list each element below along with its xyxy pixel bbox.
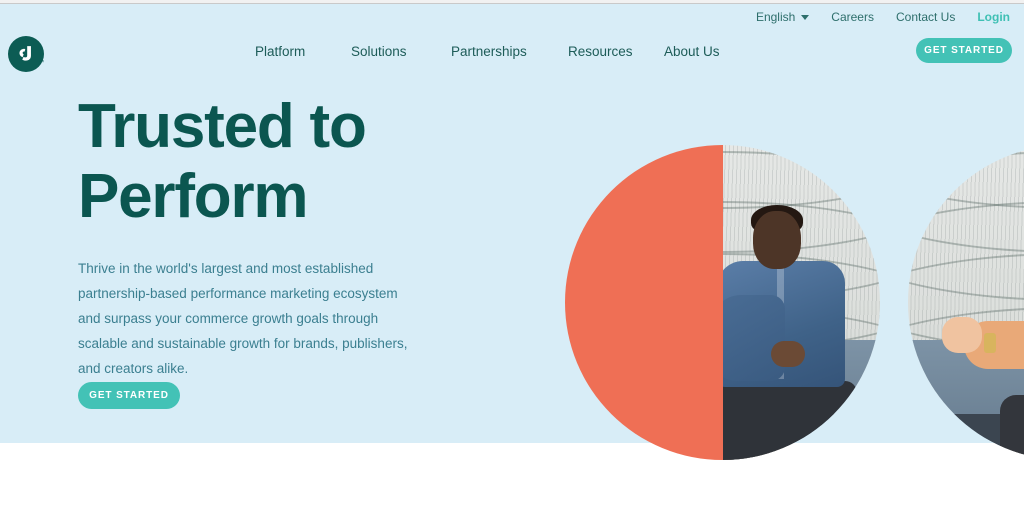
nav-item-resources[interactable]: Resources: [568, 42, 664, 61]
chevron-down-icon: [801, 14, 810, 20]
page-root: English Careers Contact Us Login ™ Platf…: [0, 0, 1024, 530]
hero-subtitle: Thrive in the world's largest and most e…: [78, 261, 408, 376]
login-link[interactable]: Login: [977, 10, 1010, 24]
hero-title: Trusted to Perform: [78, 92, 367, 231]
main-navigation: ™ Platform Solutions Partnerships Resour…: [0, 34, 1024, 72]
browser-chrome-strip: [0, 0, 1024, 4]
nav-get-started-button[interactable]: GET STARTED: [916, 38, 1012, 63]
trademark-symbol: ™: [38, 60, 44, 66]
cj-monogram-icon: [19, 46, 31, 61]
hero-content: Trusted to Perform Thrive in the world's…: [78, 92, 548, 409]
utility-link-careers[interactable]: Careers: [831, 10, 874, 24]
nav-item-partnerships[interactable]: Partnerships: [451, 42, 568, 61]
language-label: English: [755, 10, 796, 24]
nav-item-about-us[interactable]: About Us: [664, 42, 744, 61]
nav-links: Platform Solutions Partnerships Resource…: [255, 42, 744, 61]
hero-get-started-button[interactable]: GET STARTED: [78, 382, 180, 409]
cj-logo[interactable]: [8, 36, 44, 72]
nav-item-solutions[interactable]: Solutions: [351, 42, 451, 61]
nav-item-platform[interactable]: Platform: [255, 42, 351, 61]
language-selector[interactable]: English: [755, 10, 810, 24]
utility-bar: English Careers Contact Us Login: [756, 6, 1024, 28]
floor: [908, 446, 1024, 460]
utility-link-contact-us[interactable]: Contact Us: [896, 10, 955, 24]
floor: [722, 446, 880, 460]
